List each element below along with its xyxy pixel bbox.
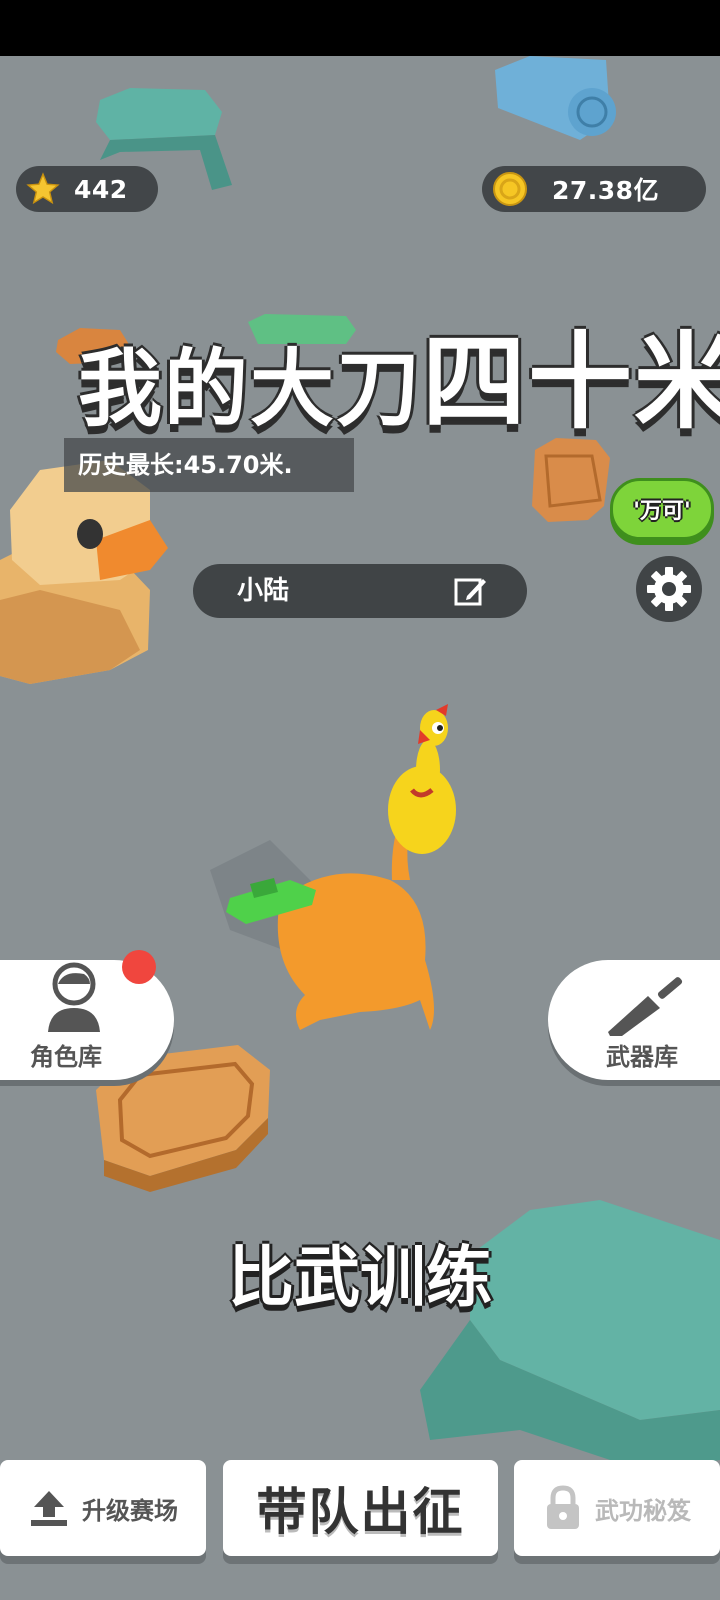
- martial-secret-button[interactable]: 武功秘笈: [514, 1460, 720, 1556]
- game-scene: [0, 56, 720, 1470]
- game-title: 我的大刀四十米: [78, 322, 720, 442]
- coin-count: 27.38亿: [552, 176, 660, 205]
- upgrade-arena-button[interactable]: 升级赛场: [0, 1460, 206, 1556]
- title-part-1: 我的大刀: [78, 340, 423, 438]
- weapon-library-button[interactable]: 武器库: [548, 960, 720, 1080]
- title-part-2: 四十米: [422, 321, 720, 443]
- martial-secret-label: 武功秘笈: [595, 1496, 691, 1525]
- notification-dot: [122, 950, 156, 984]
- lead-team-label: 带队出征: [256, 1483, 465, 1541]
- lock-icon: [547, 1485, 579, 1529]
- star-count: 442: [74, 174, 128, 204]
- coin-counter: 27.38亿: [482, 166, 706, 212]
- lead-team-button[interactable]: 带队出征: [223, 1460, 498, 1556]
- wooden-coin-prop: [532, 438, 610, 522]
- settings-button[interactable]: [636, 556, 702, 622]
- player-name: 小陆: [237, 576, 290, 606]
- player-name-bar[interactable]: 小陆: [193, 564, 527, 618]
- star-icon: [26, 172, 60, 205]
- character-library-label: 角色库: [30, 1043, 102, 1071]
- person-icon: [48, 962, 100, 1032]
- mode-label[interactable]: 比武训练: [0, 1224, 720, 1320]
- knife-icon: [608, 977, 683, 1036]
- weapon-library-label: 武器库: [606, 1043, 678, 1071]
- upload-icon: [31, 1491, 67, 1526]
- upgrade-arena-label: 升级赛场: [82, 1496, 178, 1525]
- history-record: 历史最长:45.70米.: [64, 438, 354, 492]
- rubber-duck-prop: [0, 460, 168, 684]
- coin-icon: [493, 172, 527, 206]
- gear-icon: [647, 567, 691, 611]
- wanke-label: '万可': [633, 499, 691, 524]
- edit-icon[interactable]: [453, 576, 487, 608]
- blue-log-prop: [495, 56, 616, 140]
- star-counter: 442: [16, 166, 158, 212]
- wanke-button[interactable]: '万可': [610, 478, 714, 540]
